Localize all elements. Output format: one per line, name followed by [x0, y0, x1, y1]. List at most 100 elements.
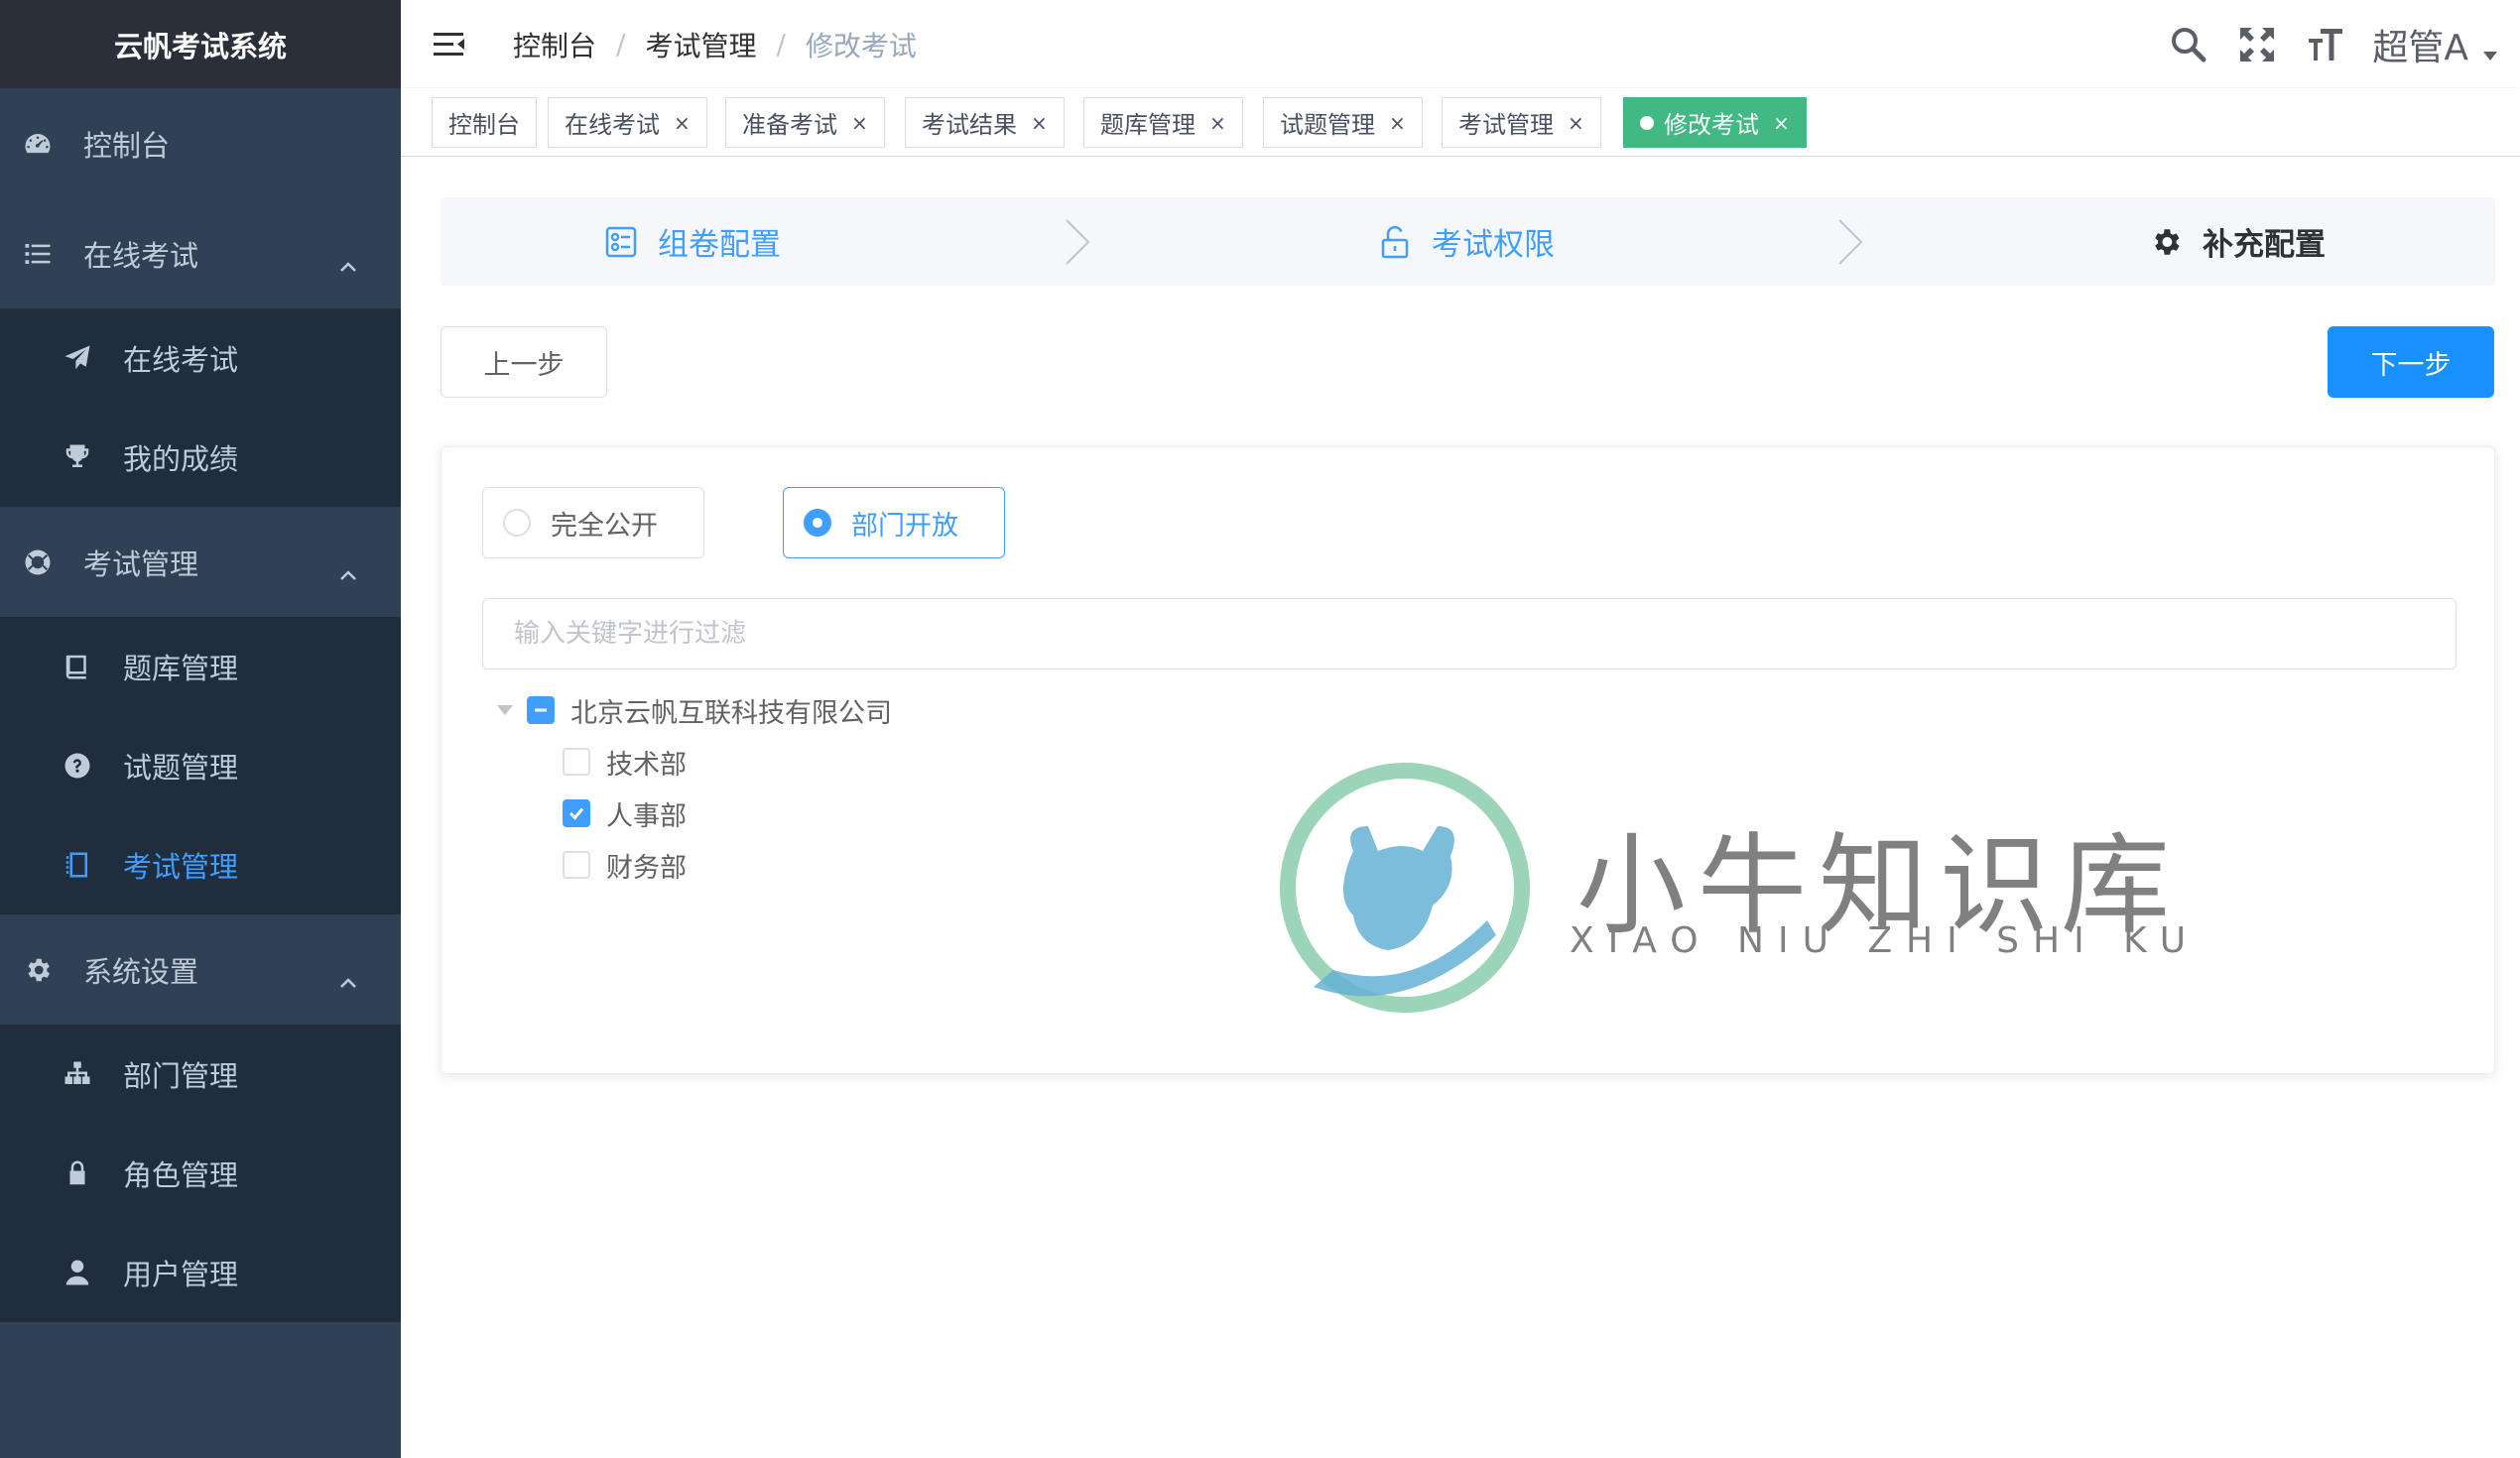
tag-label: 修改考试 [1664, 111, 1759, 139]
tree-node-label: 北京云帆互联科技有限公司 [570, 697, 892, 729]
watermark-logo [1280, 763, 1530, 1013]
search-icon[interactable] [2167, 23, 2210, 66]
tree-node-label: 人事部 [606, 800, 687, 832]
close-icon[interactable]: × [1773, 111, 1790, 135]
close-icon[interactable]: × [674, 111, 691, 135]
step-arrow-icon [1834, 217, 1864, 267]
sidebar-item-label: 系统设置 [83, 954, 199, 989]
tag-dashboard[interactable]: 控制台 [432, 97, 537, 148]
tag-edit-exam[interactable]: 修改考试 × [1623, 97, 1807, 148]
tag-label: 题库管理 [1100, 111, 1196, 139]
step-label: 组卷配置 [658, 227, 781, 263]
tree-checkbox[interactable] [563, 748, 590, 776]
font-size-icon[interactable] [2304, 23, 2347, 66]
sidebar-item-label: 在线考试 [123, 343, 239, 377]
hamburger-icon[interactable] [432, 25, 471, 64]
notebook-icon [61, 848, 94, 882]
sidebar-item-online-exam[interactable]: 在线考试 [0, 308, 401, 408]
sidebar: 云帆考试系统 控制台 在线考试 在线考试 我的成绩 考试管理 题库管理 试题管理… [0, 0, 401, 1458]
close-icon[interactable]: × [851, 111, 868, 135]
sidebar-item-question-admin[interactable]: 试题管理 [0, 716, 401, 815]
unlock-icon [1381, 225, 1409, 258]
tag-prepare-exam[interactable]: 准备考试 × [725, 97, 885, 148]
radio-circle [804, 509, 831, 537]
sidebar-item-label: 部门管理 [123, 1059, 239, 1093]
gear-icon [21, 953, 55, 987]
tree-checkbox[interactable] [563, 851, 590, 879]
next-step-button[interactable]: 下一步 [2328, 326, 2494, 398]
tree-node-finance[interactable]: 财务部 [563, 839, 687, 891]
tree-checkbox[interactable] [527, 696, 555, 724]
caret-down-icon[interactable] [493, 698, 517, 722]
user-icon [61, 1256, 94, 1289]
sidebar-item-label: 考试管理 [123, 850, 239, 884]
filter-input[interactable] [482, 598, 2457, 669]
sidebar-item-label: 角色管理 [123, 1158, 239, 1192]
step-paper-config[interactable]: 组卷配置 [604, 197, 781, 286]
radio-department[interactable]: 部门开放 [783, 487, 1005, 558]
sidebar-item-dashboard[interactable]: 控制台 [0, 88, 401, 198]
tree-node-label: 技术部 [606, 749, 687, 781]
gear-icon [2155, 228, 2180, 255]
sidebar-item-roles[interactable]: 角色管理 [0, 1124, 401, 1223]
dashboard-icon [21, 127, 55, 161]
prev-step-button[interactable]: 上一步 [441, 326, 607, 398]
tag-exam-result[interactable]: 考试结果 × [905, 97, 1065, 148]
sidebar-item-departments[interactable]: 部门管理 [0, 1025, 401, 1124]
sidebar-item-label: 我的成绩 [123, 442, 239, 476]
sidebar-item-label: 题库管理 [123, 652, 239, 685]
watermark: 小牛知识库 XIAO NIU ZHI SHI KU [1274, 757, 2186, 1020]
step-exam-permission[interactable]: 考试权限 [1378, 197, 1555, 286]
list-icon [21, 237, 55, 271]
app-root: 云帆考试系统 控制台 在线考试 在线考试 我的成绩 考试管理 题库管理 试题管理… [0, 0, 2520, 1458]
fullscreen-icon[interactable] [2235, 23, 2279, 66]
sidebar-item-label: 试题管理 [123, 751, 239, 785]
tag-label: 试题管理 [1280, 111, 1375, 139]
radio-public[interactable]: 完全公开 [482, 487, 704, 558]
tree-node-tech[interactable]: 技术部 [563, 736, 687, 788]
tag-label: 考试管理 [1458, 111, 1554, 139]
tree-node-hr[interactable]: 人事部 [563, 788, 687, 839]
tree-node-company[interactable]: 北京云帆互联科技有限公司 [493, 684, 892, 736]
sidebar-item-label: 控制台 [83, 128, 171, 163]
user-name[interactable]: 超管A [2372, 19, 2468, 70]
close-icon[interactable]: × [1389, 111, 1406, 135]
breadcrumb-item-exam-admin[interactable]: 考试管理 [645, 25, 756, 64]
sidebar-item-label: 考试管理 [83, 547, 199, 581]
sidebar-menu: 控制台 在线考试 在线考试 我的成绩 考试管理 题库管理 试题管理 考试管理 系… [0, 88, 401, 1322]
form-icon [605, 226, 637, 257]
caret-down-icon[interactable] [2482, 50, 2498, 61]
breadcrumb-item-current: 修改考试 [805, 29, 917, 62]
tree-checkbox[interactable] [563, 799, 590, 827]
radio-label: 完全公开 [551, 510, 658, 542]
main-content: 组卷配置 考试权限 补充配置 上一步 下一步 完全公开 部门开放 输入关键字进行… [401, 157, 2520, 1458]
app-title: 云帆考试系统 [0, 0, 401, 88]
close-icon[interactable]: × [1568, 111, 1584, 135]
navbar: 控制台 / 考试管理 / 修改考试 超管A [401, 0, 2520, 88]
step-extra-config[interactable]: 补充配置 [2149, 197, 2326, 286]
tag-online-exam[interactable]: 在线考试 × [548, 97, 707, 148]
breadcrumb-item-dashboard[interactable]: 控制台 [513, 25, 596, 64]
sidebar-item-exam-admin[interactable]: 考试管理 [0, 815, 401, 914]
close-icon[interactable]: × [1209, 111, 1226, 135]
active-dot-icon [1640, 115, 1654, 130]
sidebar-item-users[interactable]: 用户管理 [0, 1223, 401, 1322]
radio-circle [503, 509, 531, 537]
radio-label: 部门开放 [851, 510, 958, 542]
close-icon[interactable]: × [1031, 111, 1048, 135]
tag-question-admin[interactable]: 试题管理 × [1263, 97, 1423, 148]
right-menu: 超管A [2167, 0, 2520, 88]
lock-icon [61, 1156, 94, 1190]
tag-label: 考试结果 [922, 111, 1017, 139]
tag-exam-admin[interactable]: 考试管理 × [1442, 97, 1601, 148]
sidebar-item-exam-admin-group[interactable]: 考试管理 [0, 507, 401, 617]
sidebar-item-my-scores[interactable]: 我的成绩 [0, 408, 401, 507]
watermark-subtitle: XIAO NIU ZHI SHI KU [1570, 920, 2201, 961]
tag-question-bank[interactable]: 题库管理 × [1083, 97, 1243, 148]
sidebar-item-system-settings-group[interactable]: 系统设置 [0, 914, 401, 1025]
step-label: 补充配置 [2203, 227, 2326, 263]
sidebar-item-online-exam-group[interactable]: 在线考试 [0, 198, 401, 308]
sidebar-item-question-bank[interactable]: 题库管理 [0, 617, 401, 716]
lifebuoy-icon [21, 546, 55, 579]
tree-node-label: 财务部 [606, 852, 687, 884]
